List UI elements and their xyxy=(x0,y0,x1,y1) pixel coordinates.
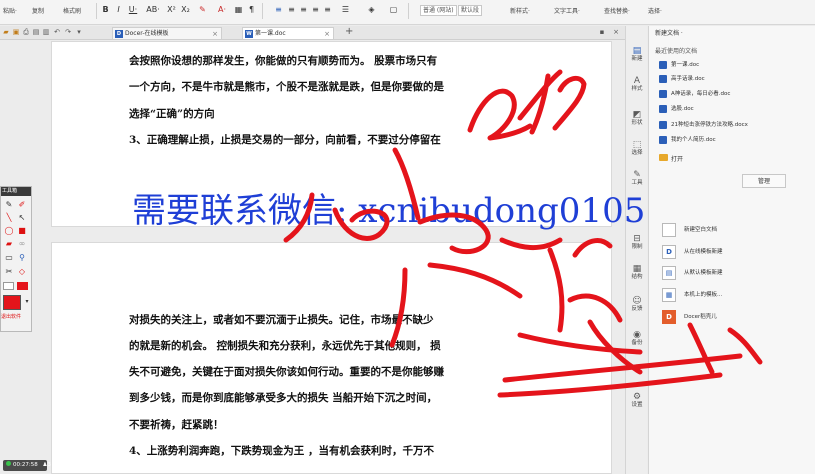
ink-stroke xyxy=(427,262,523,299)
recording-indicator-icon xyxy=(6,461,11,466)
ink-stroke xyxy=(687,322,715,375)
ink-stroke xyxy=(517,332,643,355)
ink-stroke xyxy=(572,238,613,258)
ink-stroke xyxy=(332,207,390,241)
ink-stroke xyxy=(517,69,563,135)
recording-time: 00:27:58 xyxy=(13,462,38,468)
recording-status: 00:27:58 ♟3 xyxy=(3,460,51,471)
viewer-count: 3 xyxy=(47,462,51,468)
ink-stroke xyxy=(499,237,563,250)
ink-stroke xyxy=(567,293,623,323)
ink-stroke xyxy=(392,147,421,221)
ink-stroke xyxy=(552,75,587,131)
ink-annotation-layer xyxy=(283,69,763,398)
ink-stroke xyxy=(547,247,565,333)
ink-stroke xyxy=(417,212,491,255)
ink-stroke xyxy=(389,267,408,348)
ink-stroke xyxy=(283,192,315,243)
